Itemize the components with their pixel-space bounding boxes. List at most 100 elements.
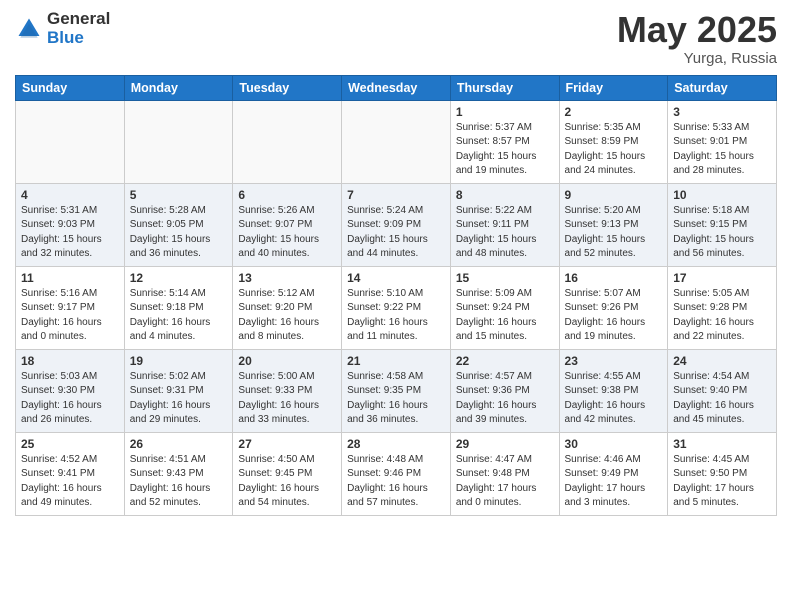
- logo: General Blue: [15, 10, 110, 47]
- day-number: 28: [347, 437, 445, 451]
- day-info: Sunrise: 4:58 AMSunset: 9:35 PMDaylight:…: [347, 370, 445, 428]
- calendar-cell: 24 Sunrise: 4:54 AMSunset: 9:40 PMDayligh…: [668, 349, 777, 432]
- day-number: 7: [347, 188, 445, 202]
- day-info: Sunrise: 5:35 AMSunset: 8:59 PMDaylight:…: [565, 121, 663, 179]
- day-number: 4: [21, 188, 119, 202]
- day-number: 29: [456, 437, 554, 451]
- day-number: 15: [456, 271, 554, 285]
- day-info: Sunrise: 5:20 AMSunset: 9:13 PMDaylight:…: [565, 204, 663, 262]
- day-info: Sunrise: 5:22 AMSunset: 9:11 PMDaylight:…: [456, 204, 554, 262]
- calendar-cell: 4 Sunrise: 5:31 AMSunset: 9:03 PMDaylight…: [16, 183, 125, 266]
- day-number: 24: [673, 354, 771, 368]
- logo-icon: [15, 15, 43, 43]
- calendar-cell: 7 Sunrise: 5:24 AMSunset: 9:09 PMDaylight…: [342, 183, 451, 266]
- day-number: 1: [456, 105, 554, 119]
- calendar-cell: 8 Sunrise: 5:22 AMSunset: 9:11 PMDaylight…: [450, 183, 559, 266]
- day-info: Sunrise: 4:45 AMSunset: 9:50 PMDaylight:…: [673, 453, 771, 511]
- weekday-header-friday: Friday: [559, 75, 668, 100]
- day-number: 12: [130, 271, 228, 285]
- day-number: 17: [673, 271, 771, 285]
- day-number: 10: [673, 188, 771, 202]
- day-number: 21: [347, 354, 445, 368]
- calendar-cell: 9 Sunrise: 5:20 AMSunset: 9:13 PMDaylight…: [559, 183, 668, 266]
- day-info: Sunrise: 4:55 AMSunset: 9:38 PMDaylight:…: [565, 370, 663, 428]
- week-row-4: 18Sunrise: 5:03 AMSunset: 9:30 PMDayligh…: [16, 349, 777, 432]
- day-info: Sunrise: 5:24 AMSunset: 9:09 PMDaylight:…: [347, 204, 445, 262]
- logo-text: General Blue: [47, 10, 110, 47]
- day-info: Sunrise: 5:00 AMSunset: 9:33 PMDaylight:…: [238, 370, 336, 428]
- day-info: Sunrise: 4:48 AMSunset: 9:46 PMDaylight:…: [347, 453, 445, 511]
- day-number: 9: [565, 188, 663, 202]
- day-number: 2: [565, 105, 663, 119]
- weekday-header-row: SundayMondayTuesdayWednesdayThursdayFrid…: [16, 75, 777, 100]
- calendar-cell: 16 Sunrise: 5:07 AMSunset: 9:26 PMDayligh…: [559, 266, 668, 349]
- day-info: Sunrise: 5:28 AMSunset: 9:05 PMDaylight:…: [130, 204, 228, 262]
- calendar-cell: 17Sunrise: 5:05 AMSunset: 9:28 PMDayligh…: [668, 266, 777, 349]
- calendar-cell: 2 Sunrise: 5:35 AMSunset: 8:59 PMDaylight…: [559, 100, 668, 183]
- day-number: 27: [238, 437, 336, 451]
- title-month: May 2025: [617, 10, 777, 50]
- calendar-cell: 31Sunrise: 4:45 AMSunset: 9:50 PMDayligh…: [668, 432, 777, 515]
- weekday-header-thursday: Thursday: [450, 75, 559, 100]
- calendar-cell: [124, 100, 233, 183]
- day-info: Sunrise: 5:26 AMSunset: 9:07 PMDaylight:…: [238, 204, 336, 262]
- calendar-cell: 20 Sunrise: 5:00 AMSunset: 9:33 PMDayligh…: [233, 349, 342, 432]
- weekday-header-sunday: Sunday: [16, 75, 125, 100]
- day-info: Sunrise: 5:02 AMSunset: 9:31 PMDaylight:…: [130, 370, 228, 428]
- day-info: Sunrise: 5:10 AMSunset: 9:22 PMDaylight:…: [347, 287, 445, 345]
- calendar-cell: [342, 100, 451, 183]
- weekday-header-wednesday: Wednesday: [342, 75, 451, 100]
- day-number: 20: [238, 354, 336, 368]
- day-number: 23: [565, 354, 663, 368]
- day-number: 8: [456, 188, 554, 202]
- week-row-2: 4 Sunrise: 5:31 AMSunset: 9:03 PMDaylight…: [16, 183, 777, 266]
- day-number: 22: [456, 354, 554, 368]
- day-number: 19: [130, 354, 228, 368]
- day-info: Sunrise: 5:09 AMSunset: 9:24 PMDaylight:…: [456, 287, 554, 345]
- calendar-cell: 11Sunrise: 5:16 AMSunset: 9:17 PMDayligh…: [16, 266, 125, 349]
- weekday-header-monday: Monday: [124, 75, 233, 100]
- day-number: 14: [347, 271, 445, 285]
- weekday-header-saturday: Saturday: [668, 75, 777, 100]
- weekday-header-tuesday: Tuesday: [233, 75, 342, 100]
- calendar-cell: 25 Sunrise: 4:52 AMSunset: 9:41 PMDayligh…: [16, 432, 125, 515]
- day-info: Sunrise: 5:12 AMSunset: 9:20 PMDaylight:…: [238, 287, 336, 345]
- title-block: May 2025 Yurga, Russia: [617, 10, 777, 67]
- calendar-cell: 21 Sunrise: 4:58 AMSunset: 9:35 PMDayligh…: [342, 349, 451, 432]
- calendar-cell: 13Sunrise: 5:12 AMSunset: 9:20 PMDayligh…: [233, 266, 342, 349]
- day-info: Sunrise: 5:03 AMSunset: 9:30 PMDaylight:…: [21, 370, 119, 428]
- calendar-table: SundayMondayTuesdayWednesdayThursdayFrid…: [15, 75, 777, 516]
- page: General Blue May 2025 Yurga, Russia Sund…: [0, 0, 792, 531]
- logo-blue: Blue: [47, 29, 110, 48]
- calendar-cell: 30Sunrise: 4:46 AMSunset: 9:49 PMDayligh…: [559, 432, 668, 515]
- week-row-5: 25 Sunrise: 4:52 AMSunset: 9:41 PMDayligh…: [16, 432, 777, 515]
- calendar-cell: 5 Sunrise: 5:28 AMSunset: 9:05 PMDaylight…: [124, 183, 233, 266]
- calendar-cell: 15 Sunrise: 5:09 AMSunset: 9:24 PMDayligh…: [450, 266, 559, 349]
- day-info: Sunrise: 5:07 AMSunset: 9:26 PMDaylight:…: [565, 287, 663, 345]
- day-info: Sunrise: 4:52 AMSunset: 9:41 PMDaylight:…: [21, 453, 119, 511]
- calendar-cell: 14 Sunrise: 5:10 AMSunset: 9:22 PMDayligh…: [342, 266, 451, 349]
- calendar-cell: 28 Sunrise: 4:48 AMSunset: 9:46 PMDayligh…: [342, 432, 451, 515]
- day-info: Sunrise: 4:54 AMSunset: 9:40 PMDaylight:…: [673, 370, 771, 428]
- day-number: 3: [673, 105, 771, 119]
- calendar-cell: 23 Sunrise: 4:55 AMSunset: 9:38 PMDayligh…: [559, 349, 668, 432]
- day-info: Sunrise: 5:16 AMSunset: 9:17 PMDaylight:…: [21, 287, 119, 345]
- calendar-cell: 19 Sunrise: 5:02 AMSunset: 9:31 PMDayligh…: [124, 349, 233, 432]
- calendar-cell: [233, 100, 342, 183]
- day-info: Sunrise: 5:33 AMSunset: 9:01 PMDaylight:…: [673, 121, 771, 179]
- calendar-cell: 18Sunrise: 5:03 AMSunset: 9:30 PMDayligh…: [16, 349, 125, 432]
- calendar-cell: 3 Sunrise: 5:33 AMSunset: 9:01 PMDaylight…: [668, 100, 777, 183]
- day-info: Sunrise: 4:57 AMSunset: 9:36 PMDaylight:…: [456, 370, 554, 428]
- calendar-cell: 26 Sunrise: 4:51 AMSunset: 9:43 PMDayligh…: [124, 432, 233, 515]
- day-info: Sunrise: 4:50 AMSunset: 9:45 PMDaylight:…: [238, 453, 336, 511]
- calendar-cell: 22 Sunrise: 4:57 AMSunset: 9:36 PMDayligh…: [450, 349, 559, 432]
- day-info: Sunrise: 5:31 AMSunset: 9:03 PMDaylight:…: [21, 204, 119, 262]
- day-number: 16: [565, 271, 663, 285]
- calendar-cell: [16, 100, 125, 183]
- day-number: 26: [130, 437, 228, 451]
- day-number: 25: [21, 437, 119, 451]
- calendar-cell: 12Sunrise: 5:14 AMSunset: 9:18 PMDayligh…: [124, 266, 233, 349]
- week-row-3: 11Sunrise: 5:16 AMSunset: 9:17 PMDayligh…: [16, 266, 777, 349]
- day-info: Sunrise: 4:51 AMSunset: 9:43 PMDaylight:…: [130, 453, 228, 511]
- day-number: 5: [130, 188, 228, 202]
